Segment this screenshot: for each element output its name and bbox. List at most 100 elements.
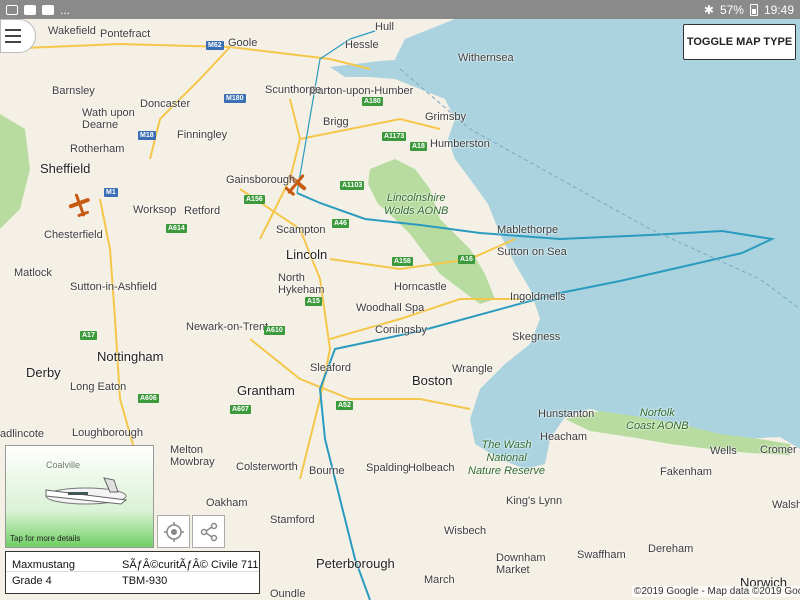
place-label-scampton: Scampton (276, 224, 326, 236)
place-label-rotherham: Rotherham (70, 143, 125, 155)
road-label-a17: A17 (80, 331, 97, 340)
place-label-derby: Derby (26, 365, 61, 380)
place-label-sutton-on-sea: Sutton on Sea (497, 246, 567, 258)
place-label-hessle: Hessle (345, 39, 379, 51)
place-label-oundle: Oundle (270, 588, 306, 600)
clock: 19:49 (763, 2, 794, 17)
place-label-barton: Barton-upon-Humber (310, 85, 414, 97)
place-label-sheffield: Sheffield (40, 161, 91, 176)
place-label-horncastle: Horncastle (394, 281, 447, 293)
center-aircraft-button[interactable] (157, 515, 190, 548)
place-label-newark: Newark-on-Trent (186, 321, 269, 333)
road-label-a180: A180 (362, 97, 383, 106)
road-label-a610: A610 (264, 326, 285, 335)
road-label-a607: A607 (230, 405, 251, 414)
place-label-woodhall-spa: Woodhall Spa (356, 302, 425, 314)
details-hint: Tap for more details (10, 534, 81, 543)
place-label-scunthorpe: Scunthorpe (265, 84, 322, 96)
flipboard-icon (24, 4, 36, 15)
place-label-ingoldmells: Ingoldmells (510, 291, 566, 303)
status-icons-left: ... (6, 3, 70, 17)
area-label-the-wash: The Wash National Nature Reserve (468, 439, 546, 477)
other-aircraft-icon[interactable] (66, 191, 94, 219)
road-label-a46: A46 (332, 219, 349, 228)
place-label-downham-market: Downham Market (496, 552, 546, 576)
place-label-holbeach: Holbeach (408, 462, 455, 474)
place-label-chesterfield: Chesterfield (44, 229, 103, 241)
place-label-hull: Hull (375, 21, 394, 33)
share-button[interactable] (192, 515, 225, 548)
place-label-grantham: Grantham (237, 383, 295, 398)
place-label-stamford: Stamford (270, 514, 315, 526)
place-label-nottingham: Nottingham (97, 349, 164, 364)
status-icons-right: ✱ 57% 19:49 (704, 3, 794, 17)
place-label-bourne: Bourne (309, 465, 345, 477)
aircraft-photo-card[interactable]: Coalville Tap for more details (5, 445, 154, 548)
place-label-humberston: Humberston (430, 138, 490, 150)
place-label-doncaster: Doncaster (140, 98, 191, 110)
aircraft-photo-icon (45, 477, 128, 505)
youtube-icon (42, 4, 54, 15)
west-green-area (0, 114, 30, 229)
place-label-sutton-in-ashfield: Sutton-in-Ashfield (70, 281, 157, 293)
place-label-goole: Goole (228, 37, 258, 49)
place-label-melton: Melton Mowbray (170, 444, 215, 468)
info-row-2: Grade 4 TBM-930 (6, 574, 259, 588)
place-label-brigg: Brigg (323, 116, 349, 128)
screen: ... ✱ 57% 19:49 Wakefield Pontefract Goo… (0, 0, 800, 600)
place-label-heacham: Heacham (540, 431, 588, 443)
road-label-m180: M180 (224, 94, 246, 103)
bluetooth-icon: ✱ (703, 2, 714, 17)
map-attribution: ©2019 Google - Map data ©2019 Google (632, 586, 800, 597)
menu-button[interactable] (0, 19, 36, 53)
road-label-a1103: A1103 (340, 181, 365, 190)
road-label-m18: M18 (138, 131, 156, 140)
place-label-skegness: Skegness (512, 331, 561, 343)
share-icon (200, 522, 217, 541)
place-label-pontefract: Pontefract (100, 28, 151, 40)
place-label-kings-lynn: King's Lynn (506, 495, 563, 507)
place-label-loughborough: Loughborough (72, 427, 143, 439)
place-label-barnsley: Barnsley (52, 85, 95, 97)
menu-icon (5, 29, 21, 31)
category: Grade 4 (12, 575, 52, 587)
place-label-hunstanton: Hunstanton (538, 408, 595, 420)
operator: SÃƒÂ©curitÃƒÂ© Civile 711 (122, 559, 259, 571)
place-label-peterborough: Peterborough (316, 556, 395, 571)
toggle-map-type-button[interactable]: TOGGLE MAP TYPE (683, 24, 796, 60)
place-label-cromer: Cromer (760, 444, 797, 456)
road-label-a15: A15 (305, 297, 322, 306)
place-label-colsterworth: Colsterworth (236, 461, 298, 473)
place-label-finningley: Finningley (177, 129, 228, 141)
place-label-swaffham: Swaffham (577, 549, 626, 561)
place-label-withernsea: Withernsea (458, 52, 514, 64)
north-sea (395, 19, 800, 600)
aircraft-model: TBM-930 (122, 575, 168, 587)
place-label-gainsborough: Gainsborough (226, 174, 296, 186)
place-label-dereham: Dereham (648, 543, 694, 555)
road-label-a52: A52 (336, 401, 353, 410)
callsign: Maxmustang (12, 559, 75, 571)
place-label-lincoln: Lincoln (286, 247, 328, 262)
place-label-fakenham: Fakenham (660, 466, 712, 478)
place-label-long-eaton: Long Eaton (70, 381, 127, 393)
place-label-sleaford: Sleaford (310, 362, 351, 374)
place-label-wath: Wath upon Dearne (82, 107, 135, 131)
place-label-march: March (424, 574, 455, 586)
status-bar: ... ✱ 57% 19:49 (0, 0, 800, 19)
place-label-wakefield: Wakefield (48, 25, 96, 37)
road-label-m62: M62 (206, 41, 224, 50)
road-label-a1173: A1173 (382, 132, 407, 141)
area-label-lincs-wolds: Lincolnshire Wolds AONB (384, 192, 449, 217)
place-label-boston: Boston (412, 373, 453, 388)
area-label-norfolk-coast: Norfolk Coast AONB (626, 407, 689, 432)
place-label-adlincote: adlincote (0, 428, 45, 440)
place-label-mablethorpe: Mablethorpe (497, 224, 559, 236)
place-label-wisbech: Wisbech (444, 525, 487, 537)
place-label-spalding: Spalding (366, 462, 409, 474)
road-label-a158: A158 (392, 257, 413, 266)
place-label-walsh: Walsh (772, 499, 800, 511)
road-label-a18: A18 (410, 142, 427, 151)
road-label-a606: A606 (138, 394, 159, 403)
flight-info-panel[interactable]: Maxmustang SÃƒÂ©curitÃƒÂ© Civile 711 Gra… (5, 551, 260, 594)
